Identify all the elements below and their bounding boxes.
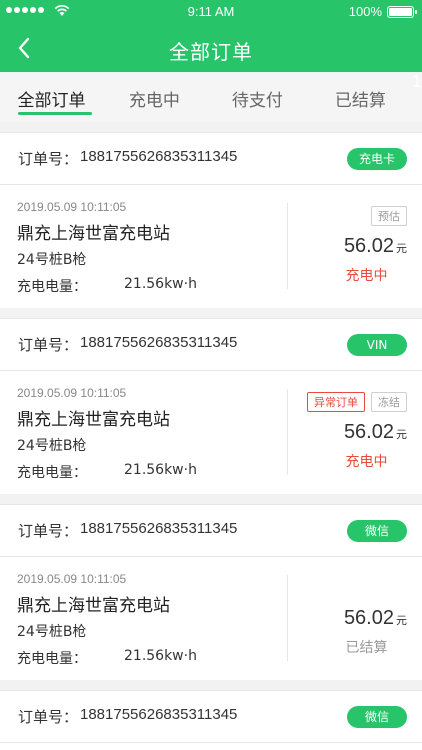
tab-label: 已结算	[334, 91, 386, 111]
payment-type-badge: 微信	[347, 706, 407, 728]
energy-value: 21.56kw·h	[124, 276, 197, 292]
amount-value: 56.02	[343, 235, 394, 257]
battery-icon	[387, 6, 417, 18]
tab-label: 待支付	[231, 91, 283, 111]
divider	[287, 575, 288, 661]
amount-value: 56.02	[343, 421, 394, 443]
tab-charging[interactable]: 充电中	[103, 72, 206, 122]
nav-bar: 全部订单	[0, 24, 422, 72]
order-card[interactable]: 订单号： 1881755626835311345 充电卡 2019.05.09 …	[0, 132, 422, 308]
payment-type-badge: 微信	[347, 520, 407, 542]
station-name: 鼎充上海世富充电站	[17, 596, 170, 616]
order-number-label: 订单号：	[18, 150, 79, 168]
order-tags: 预估	[371, 206, 407, 226]
order-body: 2019.05.09 10:11:05 鼎充上海世富充电站 24号桩B枪 充电电…	[0, 184, 422, 308]
energy-label: 充电电量：	[17, 279, 87, 295]
order-number: 1881755626835311345	[80, 520, 238, 537]
tab-label: 充电中	[128, 91, 180, 111]
order-amount: 56.02 元	[292, 421, 407, 444]
order-date: 2019.05.09 10:11:05	[17, 572, 127, 586]
frozen-tag: 冻结	[371, 392, 407, 412]
order-body: 2019.05.09 10:11:05 鼎充上海世富充电站 24号桩B枪 充电电…	[0, 370, 422, 494]
order-amount: 56.02 元	[292, 607, 407, 630]
order-number-label: 订单号：	[18, 522, 79, 540]
order-number-label: 订单号：	[18, 336, 79, 354]
order-status: 充电中	[345, 454, 388, 470]
pile-name: 24号桩B枪	[17, 624, 87, 640]
order-status: 已结算	[345, 640, 388, 656]
page-title: 全部订单	[169, 40, 253, 64]
order-card[interactable]: 订单号： 1881755626835311345 微信	[0, 690, 422, 750]
station-name: 鼎充上海世富充电站	[17, 410, 170, 430]
order-header: 订单号： 1881755626835311345 微信	[0, 690, 422, 742]
order-card[interactable]: 订单号： 1881755626835311345 微信 2019.05.09 1…	[0, 504, 422, 680]
battery-percent: 100%	[348, 4, 382, 19]
station-name: 鼎充上海世富充电站	[17, 224, 170, 244]
order-date: 2019.05.09 10:11:05	[17, 200, 127, 214]
order-header: 订单号： 1881755626835311345 微信	[0, 504, 422, 556]
status-bar: 9:11 AM 100%	[0, 0, 422, 24]
payment-type-badge: VIN	[347, 334, 407, 356]
order-tags: 异常订单 冻结	[307, 392, 407, 412]
payment-type-badge: 充电卡	[347, 148, 407, 170]
order-header: 订单号： 1881755626835311345 VIN	[0, 318, 422, 370]
order-body	[0, 742, 422, 750]
energy-label: 充电电量：	[17, 651, 87, 667]
tab-label: 全部订单	[17, 91, 86, 111]
energy-value: 21.56kw·h	[124, 648, 197, 664]
pile-name: 24号桩B枪	[17, 438, 87, 454]
order-number: 1881755626835311345	[80, 706, 238, 723]
divider	[287, 389, 288, 475]
abnormal-order-tag: 异常订单	[307, 392, 365, 412]
tab-all-orders[interactable]: 全部订单	[0, 72, 103, 122]
estimate-tag: 预估	[371, 206, 407, 226]
order-status: 充电中	[345, 268, 388, 284]
tab-bar: 全部订单 充电中 待支付 已结算 1	[0, 72, 422, 122]
order-amount: 56.02 元	[292, 235, 407, 258]
divider	[287, 203, 288, 289]
pile-name: 24号桩B枪	[17, 252, 87, 268]
order-number: 1881755626835311345	[80, 148, 238, 165]
amount-value: 56.02	[343, 607, 394, 629]
amount-unit: 元	[396, 614, 407, 627]
active-tab-indicator	[18, 112, 92, 115]
amount-unit: 元	[396, 428, 407, 441]
order-number-label: 订单号：	[18, 708, 79, 726]
order-card[interactable]: 订单号： 1881755626835311345 VIN 2019.05.09 …	[0, 318, 422, 494]
order-header: 订单号： 1881755626835311345 充电卡	[0, 132, 422, 184]
energy-label: 充电电量：	[17, 465, 87, 481]
energy-value: 21.56kw·h	[124, 462, 197, 478]
order-number: 1881755626835311345	[80, 334, 238, 351]
tab-pending-payment[interactable]: 待支付	[206, 72, 309, 122]
order-date: 2019.05.09 10:11:05	[17, 386, 127, 400]
tab-settled[interactable]: 已结算	[309, 72, 412, 122]
app-header: 9:11 AM 100% 全部订单 全部订单 充电中 待支付 已结算 1	[0, 0, 422, 122]
amount-unit: 元	[396, 242, 407, 255]
order-body: 2019.05.09 10:11:05 鼎充上海世富充电站 24号桩B枪 充电电…	[0, 556, 422, 680]
charging-count-badge: 1	[411, 72, 422, 91]
